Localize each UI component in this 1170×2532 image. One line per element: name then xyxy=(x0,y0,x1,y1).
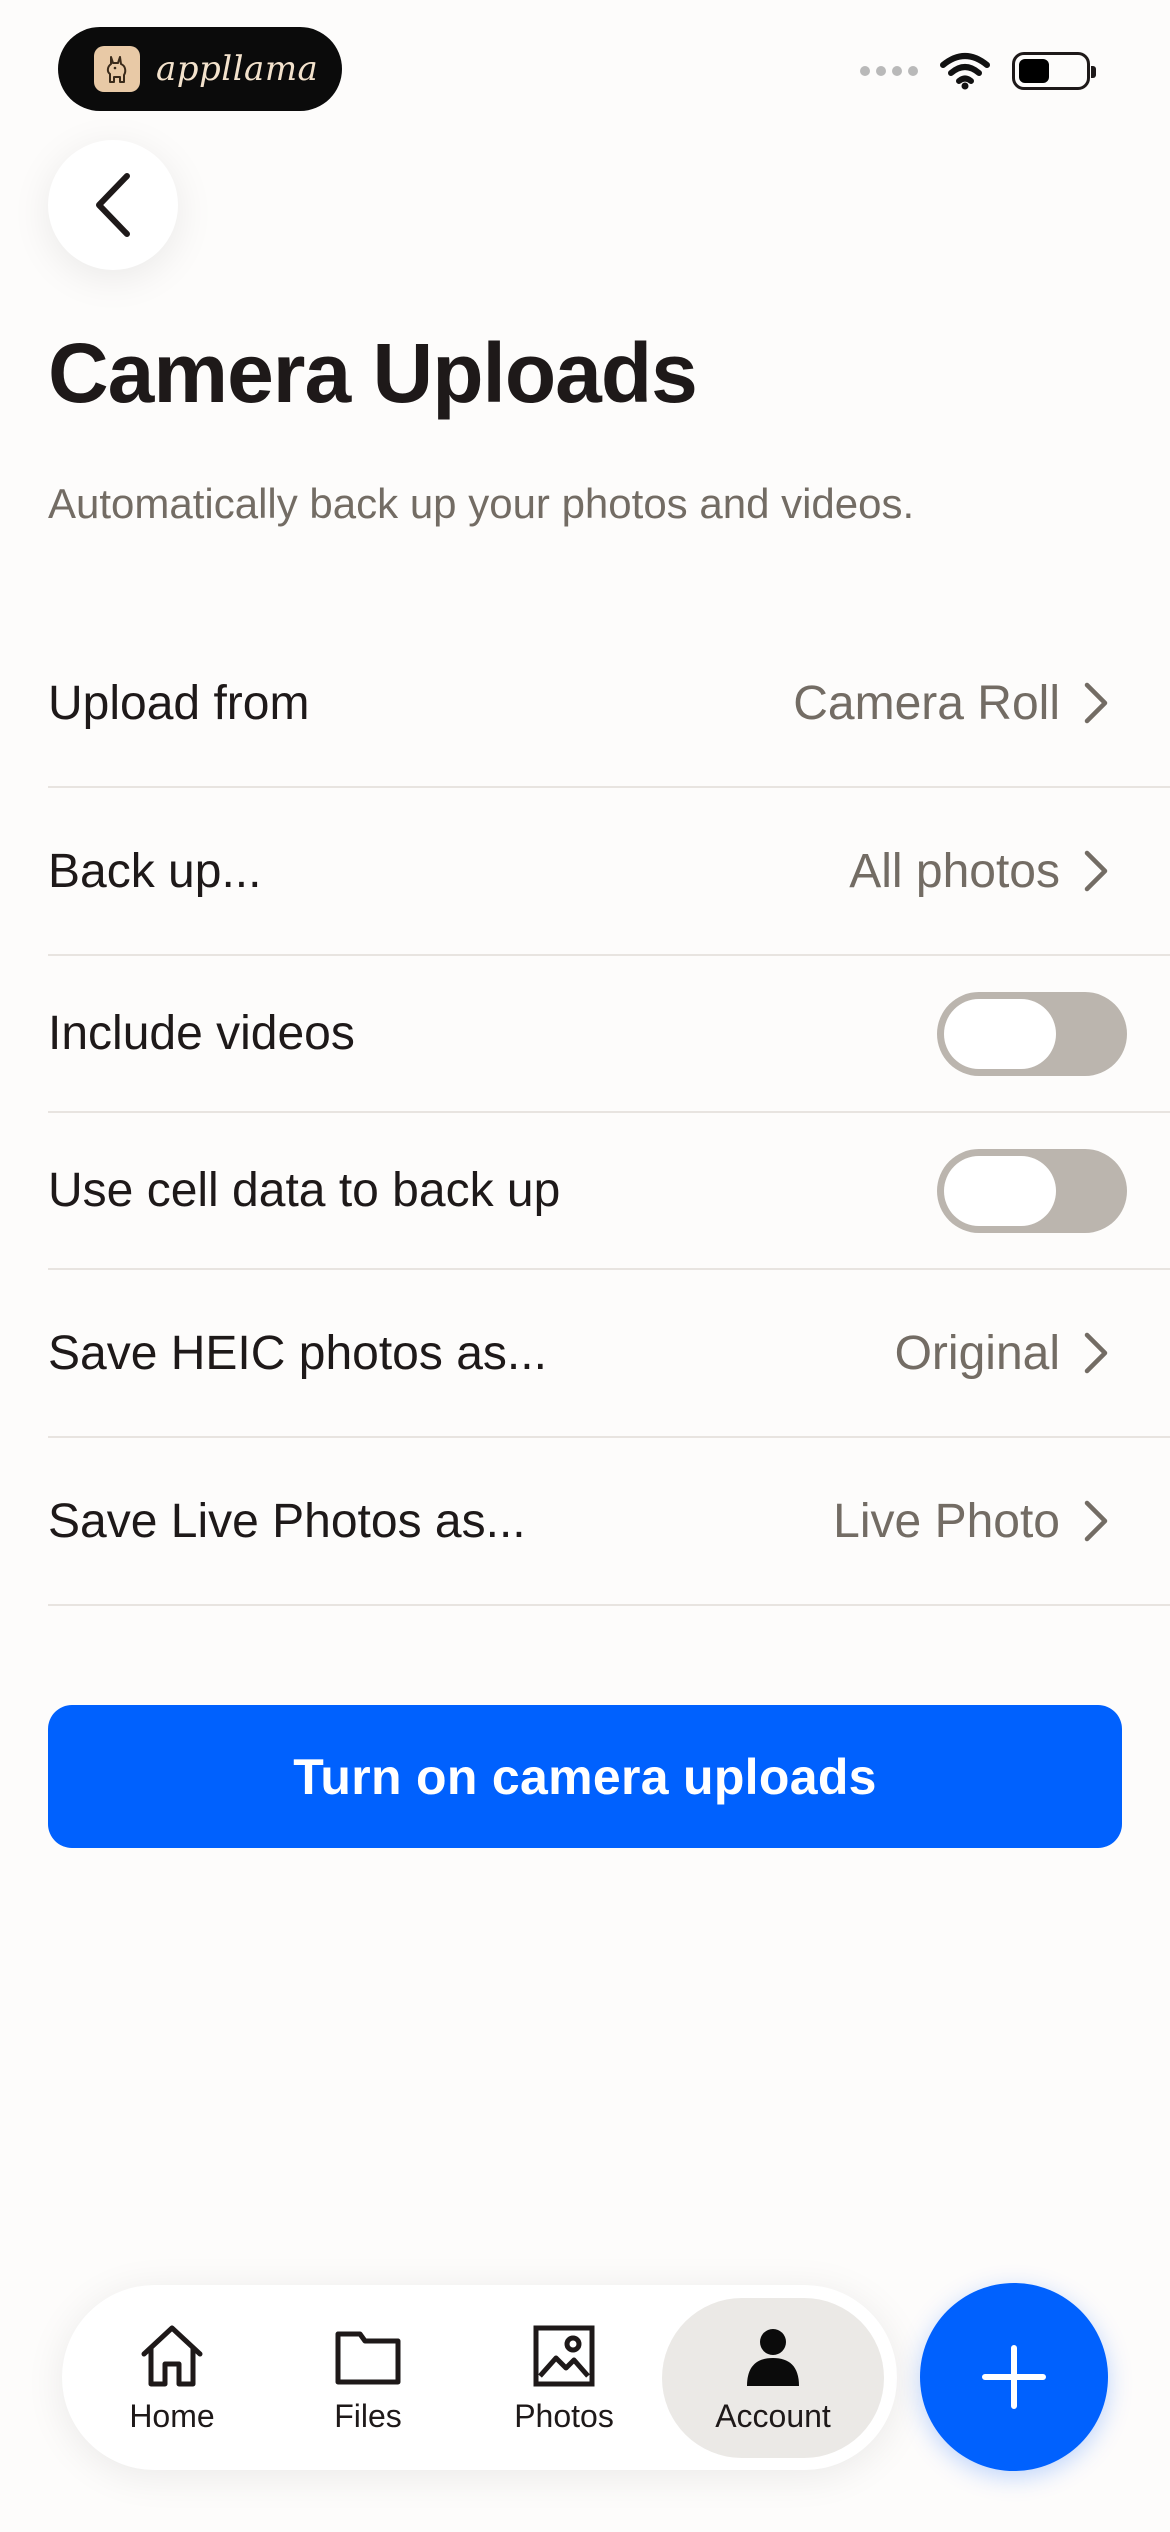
llama-logo-icon xyxy=(94,46,140,92)
upload-from-label: Upload from xyxy=(48,676,310,730)
battery-icon xyxy=(1012,52,1096,90)
camera-uploads-screen: appllama Camera Uploads Automatically ba… xyxy=(0,0,1170,2532)
back-button[interactable] xyxy=(48,140,178,270)
heic-label: Save HEIC photos as... xyxy=(48,1326,547,1380)
brand-pill: appllama xyxy=(58,27,342,111)
upload-from-row[interactable]: Upload from Camera Roll xyxy=(48,620,1170,788)
status-icons xyxy=(860,52,1096,90)
heic-value: Original xyxy=(894,1326,1060,1380)
signal-icon xyxy=(860,66,918,76)
live-photos-row[interactable]: Save Live Photos as... Live Photo xyxy=(48,1438,1170,1606)
folder-icon xyxy=(335,2331,401,2385)
nav-label-account: Account xyxy=(715,2398,831,2434)
cell-data-label: Use cell data to back up xyxy=(48,1164,561,1217)
nav-label-photos: Photos xyxy=(514,2398,614,2434)
back-up-value: All photos xyxy=(849,844,1060,898)
chevron-right-icon xyxy=(1084,682,1108,724)
back-up-row[interactable]: Back up... All photos xyxy=(48,788,1170,956)
wifi-icon xyxy=(940,53,990,90)
turn-on-camera-uploads-button[interactable]: Turn on camera uploads xyxy=(48,1705,1122,1848)
nav-item-files[interactable]: Files xyxy=(270,2298,466,2458)
nav-label-home: Home xyxy=(129,2398,215,2434)
chevron-right-icon xyxy=(1084,850,1108,892)
bottom-nav: Home Files Photos Account xyxy=(62,2285,897,2470)
nav-item-home[interactable]: Home xyxy=(74,2298,270,2458)
page-title: Camera Uploads xyxy=(48,326,698,420)
include-videos-row: Include videos xyxy=(48,956,1170,1113)
home-icon xyxy=(141,2325,203,2387)
live-photos-value: Live Photo xyxy=(833,1494,1060,1548)
settings-list: Upload from Camera Roll Back up... All p… xyxy=(48,620,1170,1606)
include-videos-label: Include videos xyxy=(48,1007,355,1060)
nav-item-photos[interactable]: Photos xyxy=(466,2298,662,2458)
cell-data-row: Use cell data to back up xyxy=(48,1113,1170,1270)
person-icon xyxy=(747,2329,799,2386)
live-photos-label: Save Live Photos as... xyxy=(48,1494,526,1548)
cell-data-toggle[interactable] xyxy=(937,1148,1127,1233)
nav-item-account[interactable]: Account xyxy=(662,2297,884,2458)
brand-name: appllama xyxy=(156,49,319,89)
toggle-knob xyxy=(944,998,1056,1069)
add-button[interactable] xyxy=(920,2283,1108,2471)
upload-from-value: Camera Roll xyxy=(793,676,1060,730)
include-videos-toggle[interactable] xyxy=(937,991,1127,1076)
chevron-right-icon xyxy=(1084,1500,1108,1542)
photo-icon xyxy=(533,2325,595,2387)
chevron-right-icon xyxy=(1084,1332,1108,1374)
page-subtitle: Automatically back up your photos and vi… xyxy=(48,480,915,527)
back-up-label: Back up... xyxy=(48,844,262,898)
toggle-knob xyxy=(944,1155,1056,1226)
plus-icon xyxy=(982,2345,1046,2409)
heic-row[interactable]: Save HEIC photos as... Original xyxy=(48,1270,1170,1438)
nav-label-files: Files xyxy=(334,2398,402,2434)
chevron-left-icon xyxy=(96,173,130,237)
